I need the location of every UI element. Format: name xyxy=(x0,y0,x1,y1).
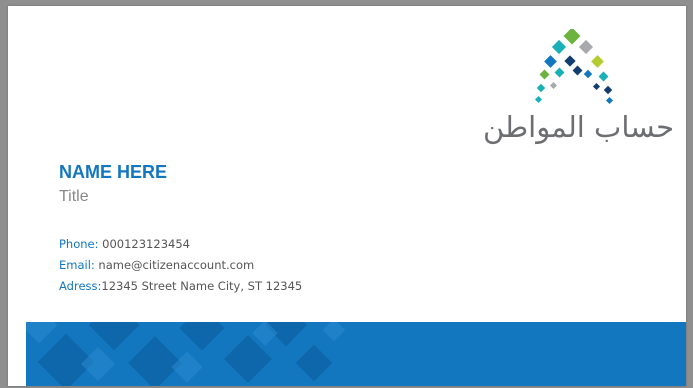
phone-label: Phone: xyxy=(59,237,99,251)
citizen-account-logo-icon xyxy=(534,29,614,105)
person-name: NAME HERE xyxy=(59,162,168,182)
decorative-band xyxy=(26,322,686,386)
contact-details: Phone: 000123123454 Email: name@citizena… xyxy=(59,234,302,297)
phone-value: 000123123454 xyxy=(98,237,190,251)
address-value: 12345 Street Name City, ST 12345 xyxy=(101,279,303,293)
contact-address: Adress:12345 Street Name City, ST 12345 xyxy=(59,276,302,297)
person-title: Title xyxy=(59,188,89,205)
address-label: Adress: xyxy=(59,279,102,293)
contact-email: Email: name@citizenaccount.com xyxy=(59,255,302,276)
business-card: حساب المواطن NAME HERE Title Phone: 0001… xyxy=(8,6,686,386)
logo-wordmark: حساب المواطن xyxy=(482,110,674,144)
contact-phone: Phone: 000123123454 xyxy=(59,234,302,255)
email-label: Email: xyxy=(59,258,95,272)
email-value: name@citizenaccount.com xyxy=(94,258,255,272)
